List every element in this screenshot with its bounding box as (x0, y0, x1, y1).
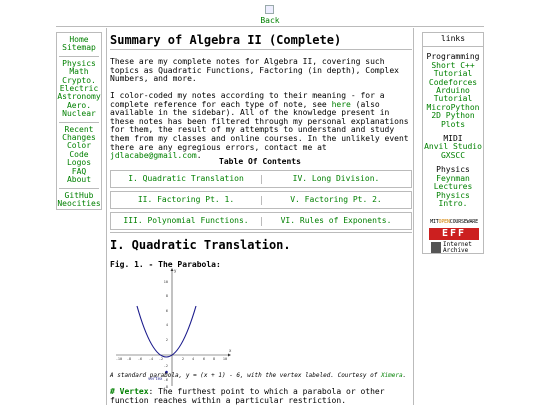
sidebar-link-nuclear[interactable]: Nuclear (57, 109, 101, 118)
y-tick-label: 8 (166, 294, 168, 298)
toc-link-polynomial-functions[interactable]: III. Polynomial Functions. (111, 213, 261, 229)
mit-ocw-badge[interactable]: MITOPENCOURSEWARE (429, 219, 479, 225)
midi-group: MIDI Anvil Studio GXSCC (423, 134, 483, 160)
toc-title: Table Of Contents (219, 157, 301, 166)
page-title: Summary of Algebra II (Complete) (110, 33, 342, 47)
link-plots[interactable]: Plots (423, 120, 483, 129)
caption-text-a: A standard parabola, y = (x + 1) - 6, wi… (110, 372, 381, 379)
programming-group: Programming Short C++ Tutorial Codeforce… (423, 52, 483, 129)
sidebar-group-home: Home Sitemap (57, 35, 101, 53)
links-heading: links (423, 33, 483, 48)
toc-row: I. Quadratic Translation IV. Long Divisi… (110, 170, 412, 188)
sidebar-link-neocities[interactable]: Neocities (57, 199, 101, 208)
y-tick-label: 10 (164, 280, 168, 284)
internet-archive-badge[interactable]: Internet Archive (429, 242, 479, 254)
sidebar-group-site: Recent Changes Color Code Logos FAQ Abou… (57, 125, 101, 185)
caption-text-b: . (402, 372, 407, 379)
toc-link-rules-of-exponents[interactable]: VI. Rules of Exponents. (261, 213, 411, 229)
toc-link-factoring-2[interactable]: V. Factoring Pt. 2. (261, 192, 411, 208)
toc-row: III. Polynomial Functions. VI. Rules of … (110, 212, 412, 230)
left-sidebar: Home Sitemap Physics Math Crypto. Electr… (56, 32, 102, 210)
sidebar-divider (59, 187, 99, 189)
x-tick-label: -8 (127, 357, 131, 361)
sidebar-group-external: GitHub Neocities (57, 191, 101, 209)
sidebar-link-about[interactable]: About (57, 175, 101, 184)
back-link[interactable]: Back (0, 16, 540, 25)
y-tick-label: -2 (164, 364, 168, 368)
top-bar: Back (0, 0, 540, 26)
notes-text-b: (also available in the sidebar). All of … (110, 99, 409, 152)
x-tick-label: 2 (182, 357, 184, 361)
x-tick-label: -4 (149, 357, 153, 361)
eff-badge[interactable]: EFF (429, 228, 479, 240)
y-axis-label: y (174, 268, 177, 273)
link-gxscc[interactable]: GXSCC (423, 151, 483, 160)
right-sidebar: links Programming Short C++ Tutorial Cod… (422, 32, 484, 254)
x-tick-label: 10 (223, 357, 227, 361)
archive-icon (431, 242, 441, 253)
link-intro[interactable]: Intro. (423, 199, 483, 208)
x-tick-label: -10 (116, 357, 122, 361)
section-title: I. Quadratic Translation. (110, 238, 291, 252)
toc-link-factoring-1[interactable]: II. Factoring Pt. 1. (111, 192, 261, 208)
sidebar-link-sitemap[interactable]: Sitemap (57, 43, 101, 52)
physics-group: Physics Feynman Lectures Physics Intro. (423, 165, 483, 208)
main-content: Summary of Algebra II (Complete) These a… (106, 28, 414, 405)
x-axis-arrow (228, 353, 231, 357)
vertex-definition-text: : The furthest point to which a parabola… (110, 387, 385, 405)
courseware-text: COURSEWARE (449, 219, 478, 225)
x-ticks: -10 -8 -6 -4 -2 2 4 6 8 10 (116, 357, 227, 361)
archive-text: Internet Archive (443, 241, 472, 254)
top-divider (56, 26, 484, 27)
toc-link-long-division[interactable]: IV. Long Division. (261, 171, 411, 187)
x-axis-label: x (229, 348, 232, 353)
ximera-link[interactable]: Ximera (381, 372, 403, 379)
y-tick-label: 6 (166, 309, 168, 313)
open-text: OPEN (438, 219, 450, 225)
y-tick-label: 4 (166, 323, 168, 327)
x-tick-label: 6 (203, 357, 205, 361)
title-divider (110, 49, 412, 50)
sidebar-divider (59, 121, 99, 123)
sidebar-group-subjects: Physics Math Crypto. Electric Astronomy … (57, 59, 101, 119)
vertex-definition: # Vertex: The furthest point to which a … (110, 387, 413, 405)
section-divider (110, 232, 412, 233)
figure-caption: A standard parabola, y = (x + 1) - 6, wi… (110, 372, 412, 379)
toc-row: II. Factoring Pt. 1. V. Factoring Pt. 2. (110, 191, 412, 209)
parabola-curve (136, 305, 197, 358)
notes-paragraph: I color-coded my notes according to thei… (110, 91, 413, 161)
broken-image-icon (265, 5, 274, 14)
x-tick-label: -6 (138, 357, 142, 361)
parabola-plot: x y -10 -8 -6 -4 -2 2 4 6 8 10 10 8 6 4 … (116, 268, 232, 388)
toc-link-quadratic-translation[interactable]: I. Quadratic Translation (111, 171, 261, 187)
sidebar-divider (59, 55, 99, 57)
x-tick-label: -2 (159, 357, 163, 361)
mit-text: MIT (430, 219, 439, 225)
x-tick-label: 4 (192, 357, 194, 361)
y-tick-label: 2 (166, 338, 168, 342)
x-tick-label: 8 (213, 357, 215, 361)
intro-paragraph: These are my complete notes for Algebra … (110, 57, 399, 84)
